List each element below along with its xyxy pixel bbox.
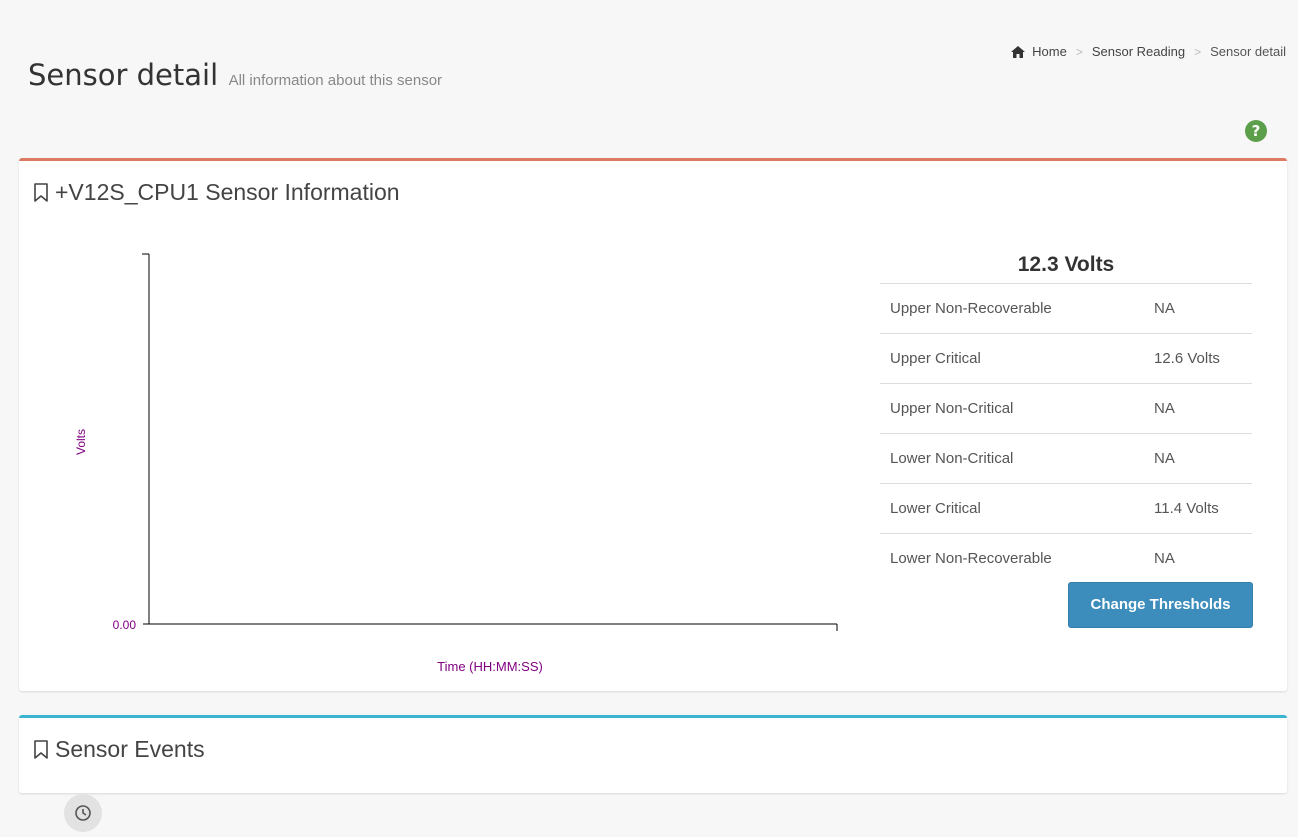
threshold-value: 11.4 Volts [1154, 500, 1219, 517]
page-subtitle: All information about this sensor [228, 72, 443, 89]
breadcrumb: Home > Sensor Reading > Sensor detail [1011, 44, 1286, 59]
threshold-value: NA [1154, 300, 1175, 317]
threshold-row: Lower Non-Recoverable NA [880, 534, 1252, 583]
threshold-value: NA [1154, 450, 1175, 467]
breadcrumb-separator: > [1194, 44, 1202, 59]
page-title: Sensor detail [28, 58, 219, 92]
threshold-label: Lower Non-Critical [890, 450, 1014, 467]
current-reading: 12.3 Volts [880, 241, 1252, 284]
breadcrumb-separator: > [1075, 44, 1083, 59]
threshold-value: 12.6 Volts [1154, 350, 1220, 367]
threshold-label: Upper Non-Recoverable [890, 300, 1052, 317]
home-icon [1011, 45, 1026, 58]
chart-y-axis-label: Volts [74, 429, 88, 455]
chart-y-tick-label: 0.00 [113, 618, 137, 632]
breadcrumb-sensor-reading[interactable]: Sensor Reading [1092, 44, 1185, 59]
threshold-row: Upper Non-Recoverable NA [880, 284, 1252, 334]
threshold-panel: 12.3 Volts Upper Non-Recoverable NA Uppe… [880, 241, 1252, 583]
sensor-reading-chart: 0.00 Volts Time (HH:MM:SS) [74, 253, 838, 674]
threshold-row: Upper Critical 12.6 Volts [880, 334, 1252, 384]
threshold-row: Lower Non-Critical NA [880, 434, 1252, 484]
breadcrumb-home[interactable]: Home [1032, 44, 1067, 59]
question-circle-icon[interactable]: ? [1245, 120, 1267, 142]
threshold-label: Lower Non-Recoverable [890, 550, 1052, 567]
threshold-row: Upper Non-Critical NA [880, 384, 1252, 434]
page-header: Sensor detail All information about this… [28, 58, 442, 92]
threshold-row: Lower Critical 11.4 Volts [880, 484, 1252, 534]
threshold-value: NA [1154, 400, 1175, 417]
breadcrumb-current: Sensor detail [1210, 44, 1286, 59]
sensor-information-box: +V12S_CPU1 Sensor Information 0.00 Volts… [19, 158, 1287, 691]
threshold-label: Upper Non-Critical [890, 400, 1014, 417]
change-thresholds-button[interactable]: Change Thresholds [1068, 582, 1253, 628]
events-box-header: Sensor Events [33, 736, 205, 763]
clock-icon[interactable] [64, 794, 102, 832]
chart-x-axis-label: Time (HH:MM:SS) [437, 659, 543, 674]
events-box-title: Sensor Events [55, 736, 205, 762]
threshold-label: Upper Critical [890, 350, 981, 367]
sensor-events-box: Sensor Events [19, 715, 1287, 793]
threshold-table: Upper Non-Recoverable NA Upper Critical … [880, 284, 1252, 583]
threshold-value: NA [1154, 550, 1175, 567]
threshold-label: Lower Critical [890, 500, 981, 517]
bookmark-icon [34, 739, 48, 759]
